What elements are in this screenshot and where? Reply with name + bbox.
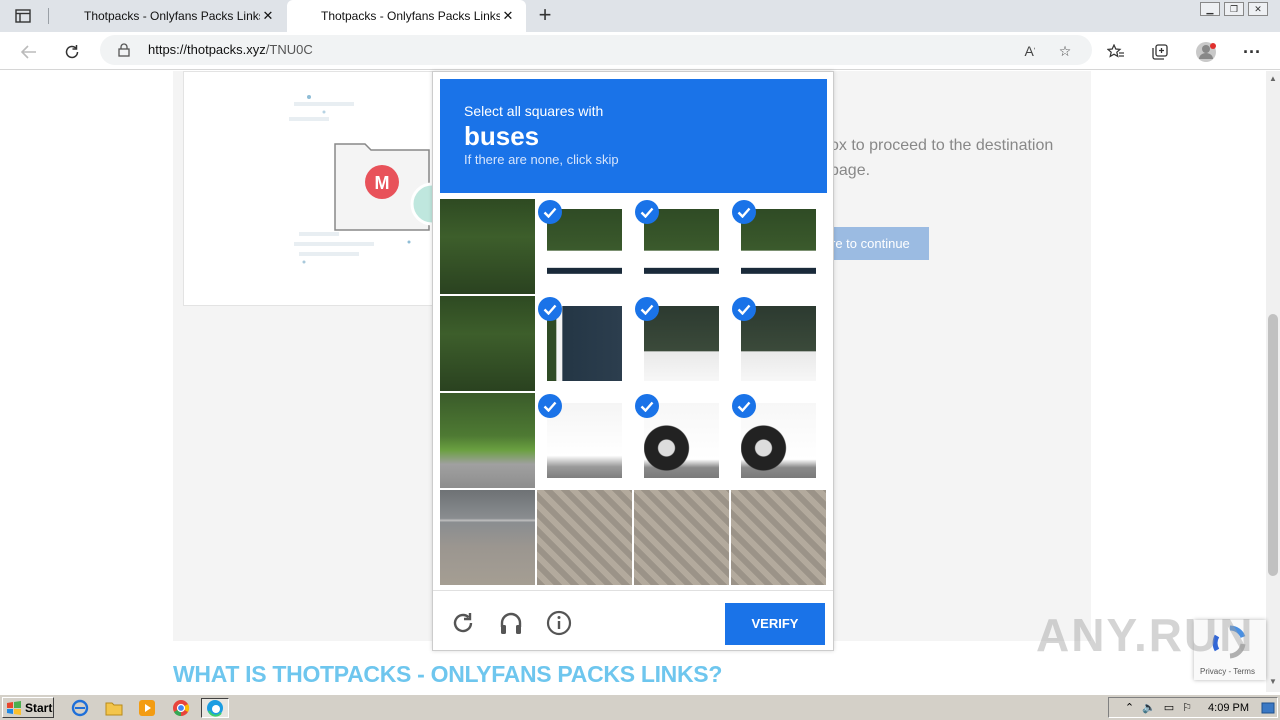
checkmark-icon — [635, 297, 659, 321]
system-tray: ⌃ 🔈 ▭ ⚐ 4:09 PM — [1108, 697, 1278, 718]
start-button[interactable]: Start — [2, 697, 54, 718]
close-icon[interactable]: ✕ — [260, 8, 276, 24]
svg-text:M: M — [375, 173, 390, 193]
url-domain: https://thotpacks.xyz — [148, 42, 266, 57]
tab-title: Thotpacks - Onlyfans Packs Links — [84, 9, 260, 23]
captcha-tile[interactable] — [634, 296, 729, 391]
ie-icon[interactable] — [70, 698, 90, 718]
page-instruction-text: ox to proceed to the destination page. — [830, 137, 1054, 179]
checkmark-icon — [538, 394, 562, 418]
checkmark-icon — [538, 200, 562, 224]
edge-icon[interactable] — [201, 698, 229, 718]
captcha-header: Select all squares with buses If there a… — [440, 79, 827, 193]
close-window-icon[interactable]: ✕ — [1248, 2, 1268, 16]
restore-icon[interactable]: ❐ — [1224, 2, 1244, 16]
captcha-tile[interactable] — [440, 296, 535, 391]
volume-icon[interactable]: 🔈 — [1142, 701, 1156, 714]
captcha-footer: VERIFY — [433, 590, 833, 651]
collections-icon[interactable] — [1147, 39, 1173, 65]
captcha-tile[interactable] — [537, 296, 632, 391]
recaptcha-links[interactable]: Privacy - Terms — [1200, 667, 1255, 676]
watermark: ANY.RUN — [1036, 609, 1255, 661]
more-menu-icon[interactable]: ··· — [1239, 39, 1265, 65]
back-arrow-icon[interactable] — [16, 39, 42, 65]
tile-image — [440, 393, 535, 488]
captcha-tile[interactable] — [731, 393, 826, 488]
verify-button[interactable]: VERIFY — [725, 603, 825, 645]
tile-image — [440, 199, 535, 294]
captcha-tile[interactable] — [634, 393, 729, 488]
scrollbar-thumb[interactable] — [1268, 314, 1278, 576]
taskbar: Start ⌃ 🔈 ▭ ⚐ 4:09 PM — [0, 694, 1280, 720]
captcha-instruction: Select all squares with — [464, 103, 604, 119]
checkmark-icon — [732, 200, 756, 224]
captcha-tile[interactable] — [440, 199, 535, 294]
checkmark-icon — [732, 394, 756, 418]
captcha-tile[interactable] — [634, 199, 729, 294]
tab-bar: Thotpacks - Onlyfans Packs Links ✕ Thotp… — [0, 0, 1280, 32]
favorites-icon[interactable] — [1103, 39, 1129, 65]
captcha-keyword: buses — [464, 121, 540, 151]
start-label: Start — [25, 700, 53, 715]
tile-image — [537, 490, 632, 585]
address-bar[interactable]: https://thotpacks.xyz/TNU0C Aʼ ☆ — [100, 35, 1092, 65]
tile-image — [440, 490, 535, 585]
captcha-tile[interactable] — [440, 490, 535, 585]
captcha-tile[interactable] — [537, 199, 632, 294]
explorer-icon[interactable] — [104, 698, 124, 718]
vertical-scrollbar[interactable]: ▲ ▼ — [1266, 71, 1280, 692]
tile-image — [634, 490, 729, 585]
captcha-hint: If there are none, click skip — [464, 152, 619, 167]
captcha-tile[interactable] — [634, 490, 729, 585]
captcha-tile[interactable] — [731, 199, 826, 294]
chrome-icon[interactable] — [171, 698, 191, 718]
headphones-icon[interactable] — [497, 609, 525, 637]
continue-button[interactable]: re to continue — [826, 227, 929, 260]
flag-icon[interactable]: ⚐ — [1182, 701, 1192, 714]
scroll-up-icon[interactable]: ▲ — [1269, 74, 1277, 83]
captcha-tile[interactable] — [537, 393, 632, 488]
mega-illustration-card: M — [183, 71, 454, 306]
captcha-image-grid — [440, 199, 827, 586]
checkmark-icon — [732, 297, 756, 321]
refresh-icon[interactable] — [59, 39, 85, 65]
network-icon[interactable]: ▭ — [1164, 701, 1174, 714]
reload-icon[interactable] — [449, 609, 477, 637]
tile-image — [731, 490, 826, 585]
media-player-icon[interactable] — [137, 698, 157, 718]
tab-inactive[interactable]: Thotpacks - Onlyfans Packs Links ✕ — [50, 0, 286, 32]
show-desktop-icon[interactable] — [1258, 698, 1278, 718]
scroll-down-icon[interactable]: ▼ — [1269, 677, 1277, 686]
tab-active[interactable]: Thotpacks - Onlyfans Packs Links ✕ — [287, 0, 526, 32]
tab-title: Thotpacks - Onlyfans Packs Links — [321, 9, 500, 23]
windows-logo-icon — [7, 700, 21, 715]
tray-expand-icon[interactable]: ⌃ — [1125, 701, 1134, 714]
read-aloud-icon[interactable]: Aʼ — [1020, 41, 1040, 61]
checkmark-icon — [538, 297, 562, 321]
captcha-tile[interactable] — [731, 490, 826, 585]
checkmark-icon — [635, 394, 659, 418]
url-text: https://thotpacks.xyz/TNU0C — [148, 42, 313, 57]
mega-folder-icon: M — [289, 95, 454, 264]
close-icon[interactable]: ✕ — [500, 8, 516, 24]
add-favorite-icon[interactable]: ☆ — [1055, 41, 1075, 61]
recaptcha-challenge: Select all squares with buses If there a… — [432, 71, 834, 651]
page-heading: WHAT IS THOTPACKS - ONLYFANS PACKS LINKS… — [173, 661, 723, 687]
url-path: /TNU0C — [265, 42, 313, 57]
navigation-bar: https://thotpacks.xyz/TNU0C Aʼ ☆ ··· — [0, 32, 1280, 70]
new-tab-icon[interactable]: + — [533, 4, 557, 28]
profile-avatar[interactable] — [1193, 39, 1219, 65]
tab-separator — [48, 8, 49, 24]
info-icon[interactable] — [545, 609, 573, 637]
minimize-icon[interactable]: ▁ — [1200, 2, 1220, 16]
checkmark-icon — [635, 200, 659, 224]
tab-actions-icon[interactable] — [8, 5, 38, 27]
captcha-tile[interactable] — [440, 393, 535, 488]
captcha-tile[interactable] — [537, 490, 632, 585]
window-controls: ▁ ❐ ✕ — [1200, 2, 1268, 16]
captcha-tile[interactable] — [731, 296, 826, 391]
clock: 4:09 PM — [1208, 701, 1249, 714]
lock-icon[interactable] — [118, 43, 130, 62]
tile-image — [440, 296, 535, 391]
